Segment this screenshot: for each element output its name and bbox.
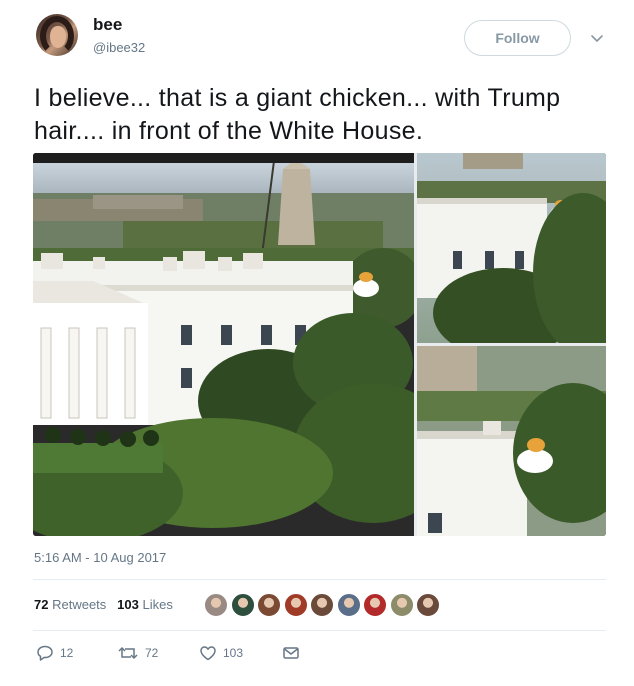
liker-avatar[interactable]	[389, 593, 414, 617]
reply-count: 12	[60, 646, 74, 660]
retweet-icon	[118, 646, 138, 660]
retweets-stat[interactable]: 72 Retweets	[34, 597, 106, 612]
retweet-count: 72	[145, 646, 159, 660]
liker-avatar[interactable]	[310, 593, 334, 617]
timestamp[interactable]: 5:16 AM - 10 Aug 2017	[34, 550, 166, 565]
avatar[interactable]	[36, 14, 78, 56]
likes-stat[interactable]: 103 Likes	[117, 597, 173, 612]
tweet-media[interactable]	[33, 153, 606, 536]
reply-icon	[37, 645, 53, 661]
liker-avatar[interactable]	[257, 593, 281, 617]
user-handle[interactable]: @ibee32	[93, 40, 145, 55]
heart-icon	[200, 646, 216, 661]
liker-avatar[interactable]	[204, 593, 228, 617]
like-count: 103	[223, 646, 244, 660]
chevron-down-icon[interactable]	[589, 30, 605, 46]
divider	[33, 630, 606, 631]
like-button[interactable]: 103	[199, 645, 243, 661]
retweet-button[interactable]: 72	[117, 645, 158, 661]
engagement-stats: 72 Retweets 103 Likes	[34, 597, 173, 612]
white-house-chicken-image	[33, 153, 606, 536]
envelope-icon	[283, 647, 299, 659]
follow-button[interactable]: Follow	[464, 20, 571, 56]
liker-avatar[interactable]	[363, 593, 387, 617]
divider	[33, 579, 606, 580]
reply-button[interactable]: 12	[36, 645, 73, 661]
liker-avatar[interactable]	[283, 593, 308, 617]
display-name[interactable]: bee	[93, 15, 122, 35]
liker-avatar[interactable]	[416, 593, 440, 617]
liker-avatar[interactable]	[230, 593, 255, 617]
tweet-text: I believe... that is a giant chicken... …	[34, 84, 561, 145]
liker-avatar[interactable]	[336, 593, 361, 617]
direct-message-button[interactable]	[282, 645, 300, 661]
